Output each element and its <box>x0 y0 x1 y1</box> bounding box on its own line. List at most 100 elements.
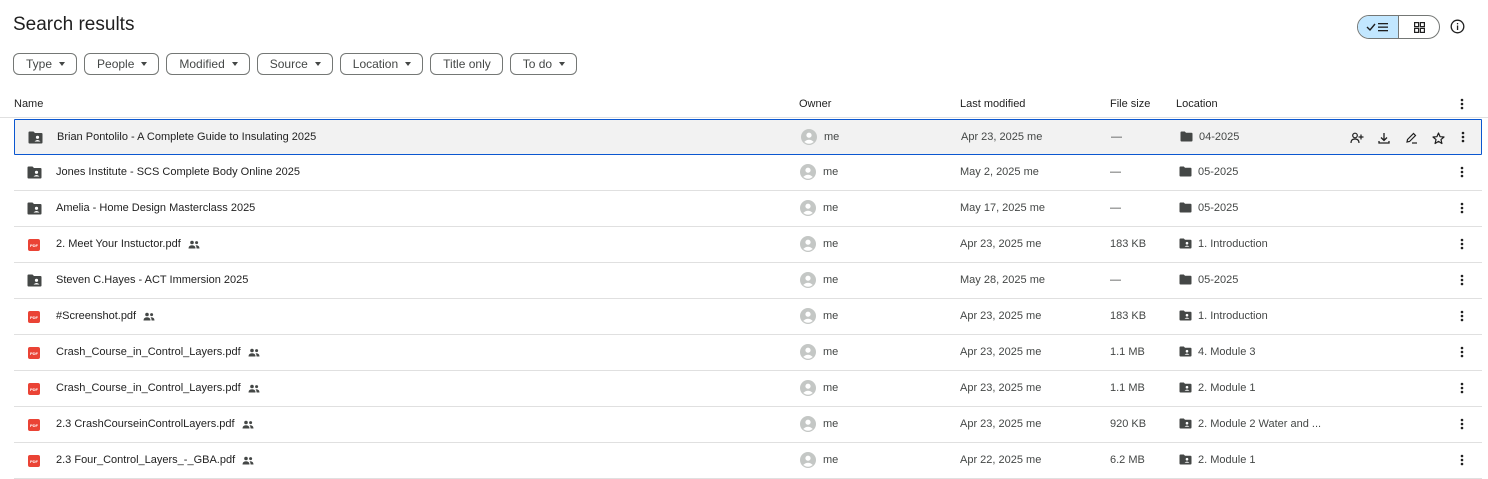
file-name-text: 2.3 CrashCourseinControlLayers.pdf <box>56 418 235 430</box>
more-vert-icon[interactable] <box>1455 201 1469 215</box>
shared-folder-icon <box>1179 382 1192 393</box>
check-list-icon <box>1366 23 1388 32</box>
more-vert-icon[interactable] <box>1455 237 1469 251</box>
filter-chip-source[interactable]: Source <box>256 53 333 75</box>
location[interactable]: 2. Module 1 <box>1198 454 1255 466</box>
last-modified: Apr 23, 2025 me <box>960 238 1042 250</box>
table-row[interactable]: Amelia - Home Design Masterclass 2025 me M… <box>14 191 1482 227</box>
rename-icon[interactable] <box>1403 130 1419 146</box>
shared-people-icon <box>248 348 260 357</box>
filter-chip-label: Location <box>352 57 399 71</box>
column-location[interactable]: Location <box>1176 98 1218 110</box>
file-size: 6.2 MB <box>1110 454 1145 466</box>
avatar-icon <box>800 308 816 324</box>
shared-folder-icon <box>27 202 42 215</box>
last-modified: May 28, 2025 me <box>960 274 1045 286</box>
grid-icon <box>1413 21 1425 33</box>
location[interactable]: 05-2025 <box>1198 202 1238 214</box>
file-name[interactable]: Brian Pontolilo - A Complete Guide to In… <box>57 131 316 143</box>
file-name[interactable]: Steven C.Hayes - ACT Immersion 2025 <box>56 274 248 286</box>
filter-chip-type[interactable]: Type <box>13 53 78 75</box>
last-modified: Apr 23, 2025 me <box>960 310 1042 322</box>
column-name[interactable]: Name <box>14 98 43 110</box>
column-file-size[interactable]: File size <box>1110 98 1150 110</box>
folder-icon <box>1179 166 1192 177</box>
shared-people-icon <box>242 420 254 429</box>
file-name[interactable]: Amelia - Home Design Masterclass 2025 <box>56 202 255 214</box>
table-row[interactable]: PDF #Screenshot.pdf me Apr 23, 2025 me 183 K… <box>14 299 1482 335</box>
column-owner[interactable]: Owner <box>799 98 831 110</box>
owner: me <box>823 346 839 358</box>
file-name[interactable]: 2.3 CrashCourseinControlLayers.pdf <box>56 418 254 430</box>
file-name-text: Amelia - Home Design Masterclass 2025 <box>56 202 256 214</box>
shared-folder-icon <box>27 274 42 287</box>
location[interactable]: 1. Introduction <box>1198 310 1268 322</box>
more-vert-icon[interactable] <box>1455 97 1469 114</box>
table-row[interactable]: PDF Crash_Course_in_Control_Layers.pdf me A… <box>14 371 1482 407</box>
filter-chip-modified[interactable]: Modified <box>166 53 250 75</box>
last-modified: Apr 23, 2025 me <box>960 418 1042 430</box>
shared-folder-icon <box>1179 454 1192 465</box>
more-vert-icon[interactable] <box>1456 130 1470 144</box>
shared-folder-icon <box>28 131 43 144</box>
column-last-modified[interactable]: Last modified <box>960 98 1025 110</box>
caret-down-icon <box>141 62 148 66</box>
file-name[interactable]: Crash_Course_in_Control_Layers.pdf <box>56 382 260 394</box>
file-name-text: Crash_Course_in_Control_Layers.pdf <box>56 346 241 358</box>
file-name[interactable]: 2. Meet Your Instuctor.pdf <box>56 238 200 250</box>
location[interactable]: 04-2025 <box>1199 131 1239 143</box>
more-vert-icon[interactable] <box>1455 453 1469 467</box>
more-vert-icon[interactable] <box>1455 273 1469 287</box>
file-name[interactable]: Crash_Course_in_Control_Layers.pdf <box>56 346 260 358</box>
more-vert-icon[interactable] <box>1455 345 1469 359</box>
table-row[interactable]: Jones Institute - SCS Complete Body Onli… <box>14 155 1482 191</box>
more-vert-icon[interactable] <box>1455 381 1469 395</box>
filter-chip-people[interactable]: People <box>84 53 160 75</box>
file-size: — <box>1110 274 1121 286</box>
filter-chip-location[interactable]: Location <box>339 53 424 75</box>
more-vert-icon[interactable] <box>1455 309 1469 323</box>
location[interactable]: 05-2025 <box>1198 274 1238 286</box>
avatar-icon <box>800 380 816 396</box>
share-icon[interactable] <box>1349 130 1365 146</box>
owner: me <box>824 131 840 143</box>
last-modified: May 2, 2025 me <box>960 166 1039 178</box>
shared-people-icon <box>188 240 200 249</box>
table-row[interactable]: Steven C.Hayes - ACT Immersion 2025 me May… <box>14 263 1482 299</box>
location[interactable]: 1. Introduction <box>1198 238 1268 250</box>
caret-down-icon <box>314 62 321 66</box>
filter-chip-to-do[interactable]: To do <box>509 53 578 75</box>
info-icon[interactable] <box>1449 18 1465 34</box>
filter-chip-label: Type <box>26 57 53 71</box>
more-vert-icon[interactable] <box>1455 165 1469 179</box>
owner: me <box>823 382 839 394</box>
location[interactable]: 2. Module 1 <box>1198 382 1255 394</box>
location[interactable]: 4. Module 3 <box>1198 346 1255 358</box>
last-modified: Apr 23, 2025 me <box>960 346 1042 358</box>
shared-folder-icon <box>1179 238 1192 249</box>
file-name[interactable]: #Screenshot.pdf <box>56 310 155 322</box>
shared-folder-icon <box>27 166 42 179</box>
grid-view-button[interactable] <box>1399 16 1439 38</box>
table-row[interactable]: Brian Pontolilo - A Complete Guide to In… <box>14 119 1482 155</box>
list-view-button[interactable] <box>1358 16 1399 38</box>
table-row[interactable]: PDF 2. Meet Your Instuctor.pdf me Apr 23, 2… <box>14 227 1482 263</box>
star-icon[interactable] <box>1430 130 1446 146</box>
file-size: 183 KB <box>1110 238 1147 250</box>
download-icon[interactable] <box>1376 130 1392 146</box>
location[interactable]: 2. Module 2 Water and ... <box>1198 418 1321 430</box>
table-row[interactable]: PDF Crash_Course_in_Control_Layers.pdf me A… <box>14 335 1482 371</box>
filter-chip-title-only[interactable]: Title only <box>430 53 503 75</box>
file-name-text: Brian Pontolilo - A Complete Guide to In… <box>57 131 317 143</box>
more-vert-icon[interactable] <box>1455 417 1469 431</box>
shared-people-icon <box>242 456 254 465</box>
file-name[interactable]: 2.3 Four_Control_Layers_-_GBA.pdf <box>56 454 254 466</box>
file-name[interactable]: Jones Institute - SCS Complete Body Onli… <box>56 166 300 178</box>
table-row[interactable]: PDF 2.3 CrashCourseinControlLayers.pdf me A… <box>14 407 1482 443</box>
file-size: 1.1 MB <box>1110 346 1145 358</box>
pdf-icon: PDF <box>27 238 42 251</box>
location[interactable]: 05-2025 <box>1198 166 1238 178</box>
last-modified: Apr 23, 2025 me <box>960 382 1042 394</box>
table-row[interactable]: PDF 2.3 Four_Control_Layers_-_GBA.pdf me Ap… <box>14 443 1482 479</box>
pdf-icon: PDF <box>27 382 42 395</box>
